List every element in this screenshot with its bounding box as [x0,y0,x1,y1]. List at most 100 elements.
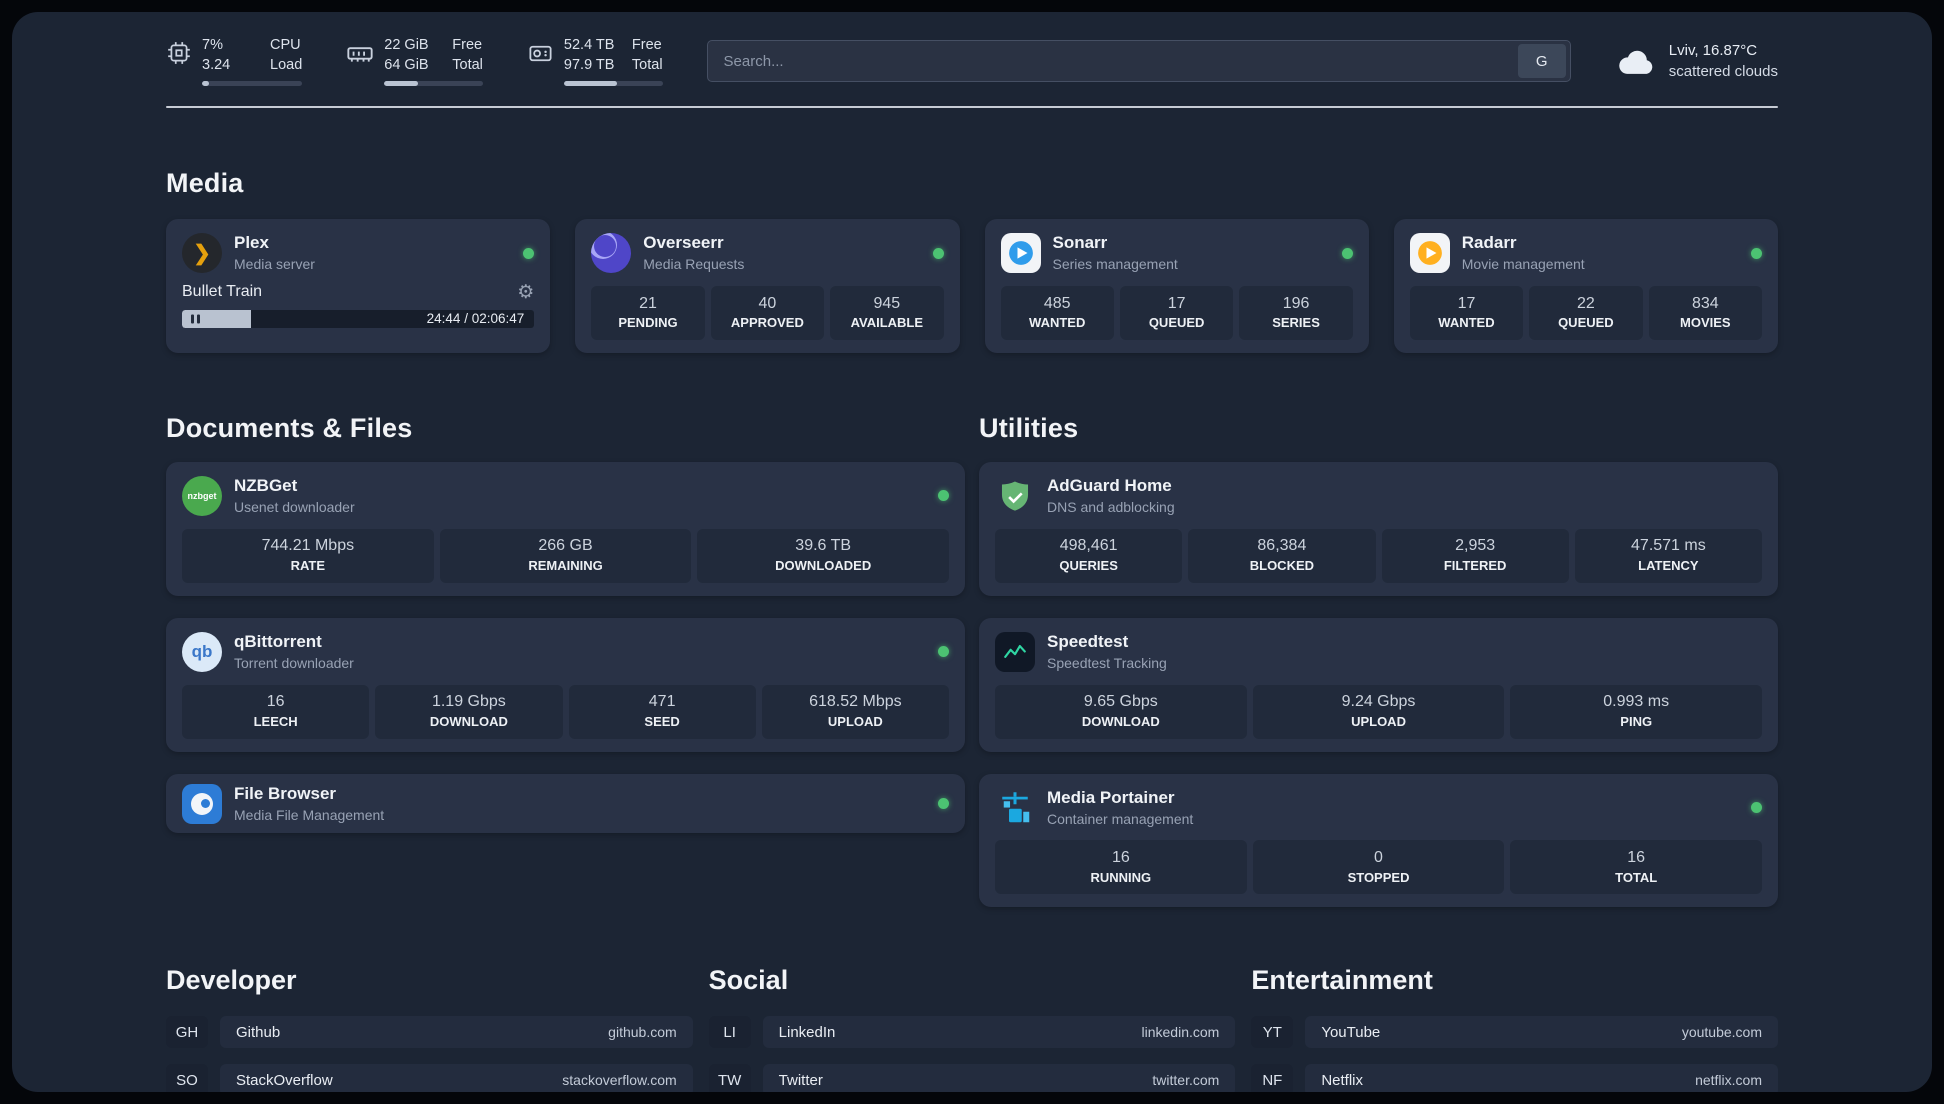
stat-upload: 618.52 Mbps UPLOAD [761,684,949,739]
disk-total-value: 97.9 TB [563,56,615,73]
stat-downloaded: 39.6 TB DOWNLOADED [697,528,950,583]
stat-latency: 47.571 ms LATENCY [1574,528,1762,583]
app-name: Radarr [1461,233,1517,253]
app-card-nzbget[interactable]: nzbget NZBGet Usenet downloader 744.21 M… [166,461,965,596]
radarr-icon [1409,233,1450,274]
stat-queued: 22 QUEUED [1529,285,1643,340]
stat-total: 16 TOTAL [1510,840,1763,895]
app-card-filebrowser[interactable]: File Browser Media File Management [166,773,965,834]
stat-wanted: 17 WANTED [1409,285,1524,340]
memory-usage-bar [384,81,483,87]
disk-icon [527,40,554,67]
bookmarks-social: Social LI LinkedIn linkedin.com TW Twitt… [708,965,1236,1092]
github-abbr-icon: GH [166,1016,208,1049]
speedtest-icon [995,631,1035,672]
status-dot [1751,247,1762,259]
app-card-radarr[interactable]: Radarr Movie management 17 WANTED 22 QUE… [1393,219,1778,353]
stat-rate: 744.21 Mbps RATE [182,528,434,583]
section-title-entertainment: Entertainment [1251,965,1433,996]
disk-free-label: Free [631,37,662,53]
stackoverflow-abbr-icon: SO [166,1064,208,1092]
twitter-abbr-icon: TW [708,1064,751,1092]
app-name: File Browser [234,783,337,803]
bookmark-netflix[interactable]: NF Netflix netflix.com [1251,1064,1778,1092]
stat-blocked: 86,384 BLOCKED [1188,528,1376,583]
app-subtitle: Movie management [1461,256,1585,273]
cpu-load-label: Load [270,56,303,73]
stat-approved: 40 APPROVED [710,285,825,340]
bookmark-linkedin[interactable]: LI LinkedIn linkedin.com [708,1016,1236,1049]
bookmark-youtube[interactable]: YT YouTube youtube.com [1251,1016,1778,1049]
app-card-overseerr[interactable]: Overseerr Media Requests 21 PENDING 40 A… [575,219,960,353]
memory-total-value: 64 GiB [384,56,429,73]
topbar-divider [166,106,1778,109]
playback-progress-bar[interactable]: 24:44 / 02:06:47 [182,309,535,328]
cpu-label: CPU [270,37,301,53]
status-dot [938,798,949,810]
app-card-plex[interactable]: ❯ Plex Media server Bullet Train ⚙ 24:44… [166,219,551,353]
settings-gear-icon[interactable]: ⚙ [517,283,534,302]
app-card-adguard[interactable]: AdGuard Home DNS and adblocking 498,461 … [979,461,1778,596]
cpu-usage-bar [202,81,303,87]
memory-total-label: Total [452,56,483,73]
cpu-load-value: 3.24 [202,56,231,73]
app-card-speedtest[interactable]: Speedtest Speedtest Tracking 9.65 Gbps D… [979,617,1778,752]
nzbget-icon: nzbget [182,475,222,516]
search-engine-button[interactable]: G [1517,44,1566,79]
app-name: Plex [234,233,269,253]
app-name: NZBGet [234,475,298,495]
qbittorrent-icon: qb [182,631,222,672]
app-subtitle: Usenet downloader [234,498,355,515]
memory-free-label: Free [452,37,483,53]
search-input[interactable] [707,52,1518,70]
system-monitors: 7% 3.24 CPU Load 22 GiB 64 GiB Free Tota… [166,36,663,87]
stat-stopped: 0 STOPPED [1252,840,1505,895]
playback-time: 24:44 / 02:06:47 [426,311,525,327]
app-subtitle: DNS and adblocking [1047,498,1175,515]
status-dot [523,247,535,259]
stat-remaining: 266 GB REMAINING [439,528,692,583]
filebrowser-icon [182,783,222,824]
bookmark-github[interactable]: GH Github github.com [166,1016,693,1049]
stat-queries: 498,461 QUERIES [995,528,1183,583]
stat-wanted: 485 WANTED [1000,285,1114,340]
disk-total-label: Total [631,56,663,73]
app-name: Media Portainer [1047,787,1175,807]
section-title-documents: Documents & Files [166,412,413,443]
app-name: AdGuard Home [1047,475,1172,495]
bookmark-twitter[interactable]: TW Twitter twitter.com [708,1064,1236,1092]
app-card-sonarr[interactable]: Sonarr Series management 485 WANTED 17 Q… [984,219,1369,353]
weather-location-temp: Lviv, 16.87°C [1668,42,1758,60]
app-subtitle: Media File Management [234,806,385,823]
disk-usage-bar [563,81,663,87]
app-card-qbittorrent[interactable]: qb qBittorrent Torrent downloader 16 LEE… [166,617,965,752]
app-name: Speedtest [1047,631,1129,651]
app-subtitle: Container management [1047,810,1194,827]
app-card-portainer[interactable]: Media Portainer Container management 16 … [979,773,1778,908]
documents-column: Documents & Files nzbget NZBGet Usenet d… [166,359,965,855]
cloud-icon [1615,44,1657,78]
disk-free-value: 52.4 TB [563,37,615,53]
disk-monitor: 52.4 TB 97.9 TB Free Total [527,36,663,87]
portainer-icon [995,788,1035,828]
section-title-social: Social [708,965,789,996]
search-bar[interactable]: G [706,40,1571,83]
memory-icon [346,40,374,68]
stat-movies: 834 MOVIES [1648,285,1763,340]
media-grid: ❯ Plex Media server Bullet Train ⚙ 24:44… [166,219,1778,353]
app-subtitle: Media server [234,256,315,273]
stat-pending: 21 PENDING [591,285,705,340]
dashboard-panel: 7% 3.24 CPU Load 22 GiB 64 GiB Free Tota… [12,12,1932,1092]
app-name: qBittorrent [234,631,322,651]
stat-seed: 471 SEED [568,684,756,739]
overseerr-icon [591,233,632,274]
bookmark-stackoverflow[interactable]: SO StackOverflow stackoverflow.com [166,1064,693,1092]
pause-icon[interactable] [191,314,200,324]
memory-free-value: 22 GiB [384,37,429,53]
stat-leech: 16 LEECH [182,684,370,739]
section-title-media: Media [166,168,244,199]
plex-icon: ❯ [182,233,222,274]
app-name: Sonarr [1052,233,1108,253]
stat-upload: 9.24 Gbps UPLOAD [1252,684,1505,739]
section-title-developer: Developer [166,965,297,996]
